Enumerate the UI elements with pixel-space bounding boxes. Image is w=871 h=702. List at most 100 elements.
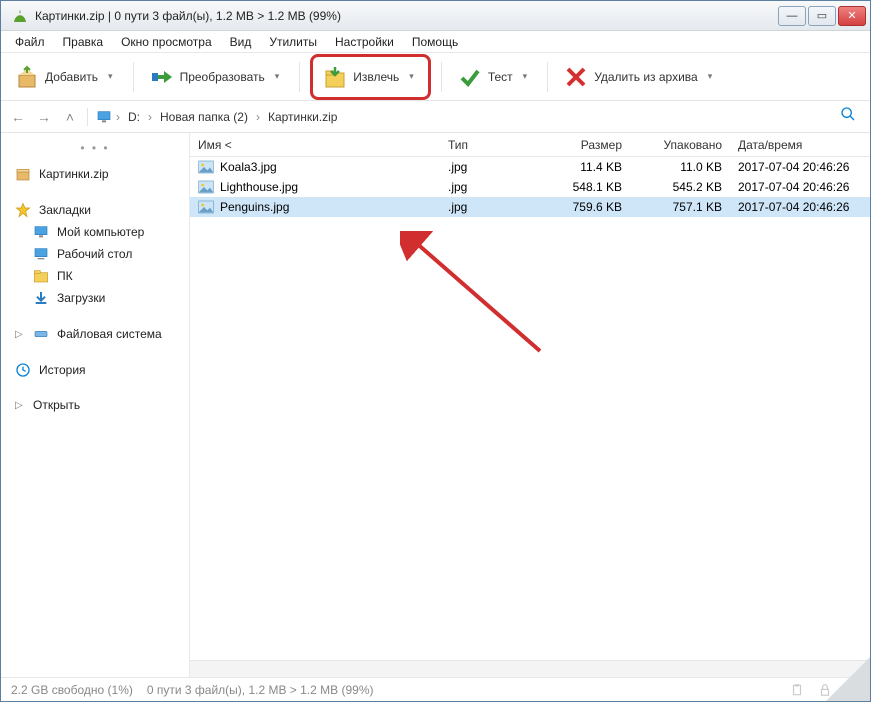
add-button[interactable]: Добавить ▾ [9,59,123,95]
crumb-folder[interactable]: Новая папка (2) [156,108,252,126]
file-name: Koala3.jpg [220,160,277,174]
extract-highlight: Извлечь ▾ [310,54,431,100]
annotation-arrow [400,231,550,361]
chevron-down-icon[interactable]: ▾ [405,71,418,82]
col-size[interactable]: Размер [530,138,630,152]
sidebar-pc[interactable]: ПК [5,265,185,287]
nav-separator [87,108,88,126]
file-size: 548.1 KB [530,180,630,194]
chevron-down-icon[interactable]: ▾ [271,71,284,82]
chevron-down-icon[interactable]: ▾ [104,71,117,82]
sidebar-my-computer-label: Мой компьютер [57,225,144,239]
main-toolbar: Добавить ▾ Преобразовать ▾ Извлечь ▾ Тес… [1,53,870,101]
star-icon [15,202,31,218]
drive-icon [33,326,49,342]
file-list-pane: Имя < Тип Размер Упаковано Дата/время Ko… [190,133,870,677]
box-add-icon [15,65,39,89]
test-button[interactable]: Тест ▾ [452,59,537,95]
sidebar-filesystem-label: Файловая система [57,327,162,341]
menu-edit[interactable]: Правка [55,33,112,51]
menu-help[interactable]: Помощь [404,33,466,51]
convert-button[interactable]: Преобразовать ▾ [144,59,290,95]
status-selection: 0 пути 3 файл(ы), 1.2 MB > 1.2 MB (99%) [147,683,374,697]
sidebar-open[interactable]: ▷ Открыть [5,395,185,415]
file-date: 2017-07-04 20:46:26 [730,160,870,174]
up-button[interactable]: ˄ [61,109,79,125]
navigation-bar: ← → ˄ › D: › Новая папка (2) › Картинки.… [1,101,870,133]
back-button[interactable]: ← [9,109,27,125]
col-date[interactable]: Дата/время [730,138,870,152]
sidebar-desktop[interactable]: Рабочий стол [5,243,185,265]
sidebar-options[interactable]: • • • [5,139,185,161]
expand-icon[interactable]: ▷ [15,329,25,340]
sidebar-bookmarks[interactable]: Закладки [5,199,185,221]
sidebar-my-computer[interactable]: Мой компьютер [5,221,185,243]
toolbar-separator [133,62,134,92]
file-list[interactable]: Koala3.jpg .jpg 11.4 KB 11.0 KB 2017-07-… [190,157,870,660]
sidebar-archive[interactable]: Картинки.zip [5,163,185,185]
forward-button[interactable]: → [35,109,53,125]
image-icon [198,160,214,174]
col-type[interactable]: Тип [440,138,530,152]
sidebar-history-group: История [5,359,185,381]
sidebar-filesystem-group: ▷ Файловая система [5,323,185,345]
x-icon [564,65,588,89]
title-bar[interactable]: Картинки.zip | 0 пути 3 файл(ы), 1.2 MB … [1,1,870,31]
clipboard-icon[interactable] [790,683,804,697]
sidebar-downloads[interactable]: Загрузки [5,287,185,309]
minimize-button[interactable]: — [778,6,806,26]
sidebar-bookmarks-group: Закладки Мой компьютер Рабочий стол ПК З… [5,199,185,309]
extract-icon [323,65,347,89]
image-icon [198,180,214,194]
close-button[interactable]: ✕ [838,6,866,26]
box-icon [15,166,31,182]
status-free: 2.2 GB свободно (1%) [11,683,133,697]
toolbar-separator [441,62,442,92]
col-packed[interactable]: Упаковано [630,138,730,152]
maximize-button[interactable]: ▭ [808,6,836,26]
sidebar-pc-label: ПК [57,269,73,283]
table-row[interactable]: Lighthouse.jpg .jpg 548.1 KB 545.2 KB 20… [190,177,870,197]
menu-view-window[interactable]: Окно просмотра [113,33,220,51]
file-date: 2017-07-04 20:46:26 [730,200,870,214]
file-packed: 545.2 KB [630,180,730,194]
horizontal-scrollbar[interactable] [190,660,870,677]
table-row[interactable]: Koala3.jpg .jpg 11.4 KB 11.0 KB 2017-07-… [190,157,870,177]
sidebar-desktop-label: Рабочий стол [57,247,132,261]
status-bar: 2.2 GB свободно (1%) 0 пути 3 файл(ы), 1… [1,677,870,701]
table-row[interactable]: Penguins.jpg .jpg 759.6 KB 757.1 KB 2017… [190,197,870,217]
sidebar-history[interactable]: История [5,359,185,381]
crumb-separator: › [116,110,120,124]
chevron-down-icon[interactable]: ▾ [704,71,717,82]
sidebar-filesystem[interactable]: ▷ Файловая система [5,323,185,345]
extract-button[interactable]: Извлечь ▾ [317,59,424,95]
menu-view[interactable]: Вид [222,33,260,51]
monitor-icon [96,109,112,125]
crumb-separator: › [256,110,260,124]
breadcrumb[interactable]: › D: › Новая папка (2) › Картинки.zip [96,108,826,126]
toolbar-separator [299,62,300,92]
sidebar-open-group: ▷ Открыть [5,395,185,415]
menu-bar: Файл Правка Окно просмотра Вид Утилиты Н… [1,31,870,53]
column-headers[interactable]: Имя < Тип Размер Упаковано Дата/время [190,133,870,157]
file-name: Lighthouse.jpg [220,180,298,194]
delete-label: Удалить из архива [594,70,698,84]
chevron-down-icon[interactable]: ▾ [519,71,532,82]
crumb-drive[interactable]: D: [124,108,144,126]
download-icon [33,290,49,306]
expand-icon[interactable]: ▷ [15,400,25,411]
sidebar-downloads-label: Загрузки [57,291,105,305]
window-controls: — ▭ ✕ [778,6,866,26]
menu-settings[interactable]: Настройки [327,33,402,51]
folder-icon [33,268,49,284]
delete-button[interactable]: Удалить из архива ▾ [558,59,722,95]
col-name[interactable]: Имя < [190,138,440,152]
add-label: Добавить [45,70,98,84]
sidebar-bookmarks-label: Закладки [39,203,91,217]
convert-label: Преобразовать [180,70,265,84]
search-icon[interactable] [834,106,862,127]
crumb-archive[interactable]: Картинки.zip [264,108,342,126]
menu-utils[interactable]: Утилиты [261,33,325,51]
menu-file[interactable]: Файл [7,33,53,51]
file-packed: 757.1 KB [630,200,730,214]
